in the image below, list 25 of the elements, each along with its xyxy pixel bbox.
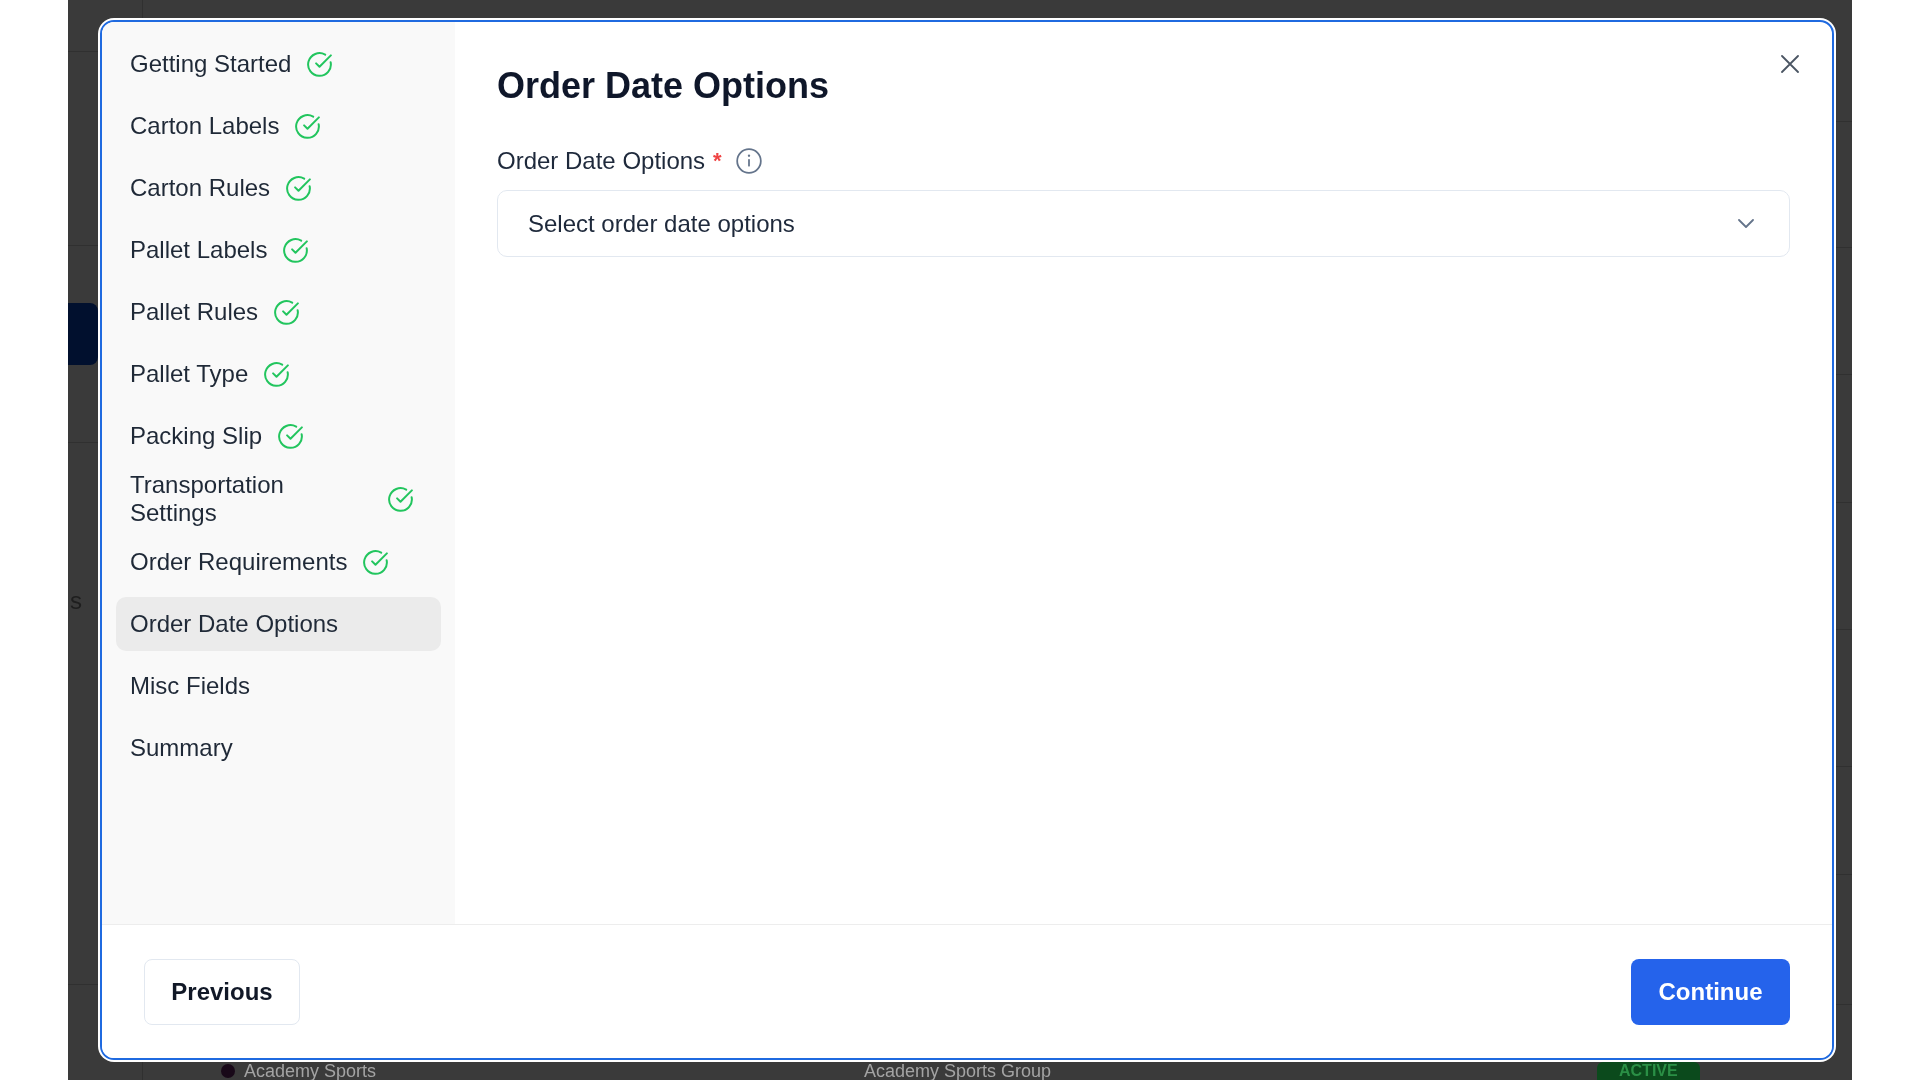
step-item[interactable]: Order Date Options xyxy=(116,597,441,651)
step-item[interactable]: Transportation Settings xyxy=(116,471,441,527)
order-date-select[interactable]: Select order date options xyxy=(497,190,1790,257)
step-item[interactable]: Pallet Type xyxy=(116,347,441,401)
status-badge: ACTIVE xyxy=(1597,1062,1700,1080)
table-cell: Academy Sports Group xyxy=(864,1062,1052,1080)
table-cell: Academy Sports xyxy=(244,1062,377,1080)
chevron-down-icon xyxy=(1738,219,1754,228)
step-item[interactable]: Carton Rules xyxy=(116,161,441,215)
required-asterisk: * xyxy=(713,147,722,175)
step-item[interactable]: Order Requirements xyxy=(116,535,441,589)
continue-button[interactable]: Continue xyxy=(1631,958,1790,1025)
step-item[interactable]: Getting Started xyxy=(116,37,441,91)
step-item[interactable]: Pallet Labels xyxy=(116,223,441,277)
step-item[interactable]: Packing Slip xyxy=(116,409,441,463)
step-item[interactable]: Summary xyxy=(116,721,441,775)
step-item[interactable]: Misc Fields xyxy=(116,659,441,713)
previous-button[interactable]: Previous xyxy=(144,958,300,1025)
step-item[interactable]: Pallet Rules xyxy=(116,285,441,339)
nav-item-highlight xyxy=(68,303,98,365)
dialog-title: Order Date Options xyxy=(497,64,830,108)
info-icon xyxy=(735,148,762,174)
step-item[interactable]: Carton Labels xyxy=(116,99,441,153)
close-icon xyxy=(1781,55,1799,73)
field-label: Order Date Options xyxy=(497,146,706,176)
